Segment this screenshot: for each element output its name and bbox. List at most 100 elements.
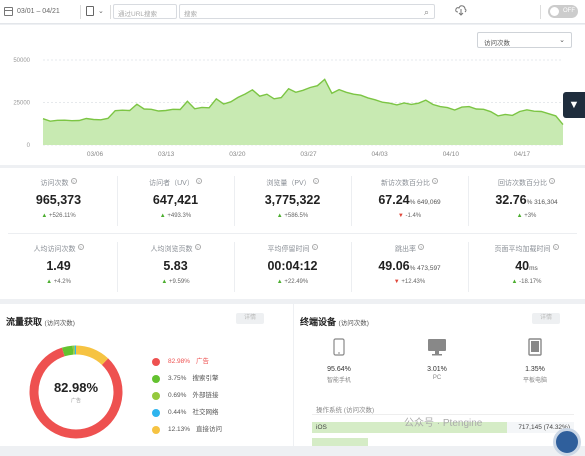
info-icon[interactable]: ? <box>195 244 201 250</box>
stat-change: ▲ +493.3% <box>117 213 234 219</box>
donut-slice[interactable] <box>63 350 73 352</box>
stat-card[interactable]: 浏览量（PV）?3,775,322▲ +586.5% <box>234 168 351 233</box>
legend-name: 广告 <box>196 357 209 367</box>
cloud-download-icon[interactable] <box>455 4 467 16</box>
stat-label: 人均访问次数? <box>0 244 117 254</box>
info-icon[interactable]: ? <box>432 178 438 184</box>
device-pct: 1.35% <box>490 366 580 373</box>
arrow-down-icon: ▼ <box>394 279 400 285</box>
info-icon[interactable]: ? <box>71 178 77 184</box>
date-range-picker[interactable]: 03/01 – 04/21 <box>17 8 60 15</box>
stat-value: 00:04:12 <box>234 259 351 273</box>
stat-label: 访问者（UV）? <box>117 178 234 188</box>
device-pct: 95.64% <box>294 366 384 373</box>
stat-value: 647,421 <box>117 193 234 207</box>
os-share-bar <box>312 438 368 446</box>
info-icon[interactable]: ? <box>418 244 424 250</box>
device-name: 平板电脑 <box>490 375 580 384</box>
url-search-input[interactable]: 通过URL搜索 <box>113 4 177 19</box>
stat-value: 965,373 <box>0 193 117 207</box>
info-icon[interactable]: ? <box>312 244 318 250</box>
arrow-up-icon: ▲ <box>160 213 166 219</box>
legend-name: 社交网络 <box>192 408 218 418</box>
legend-pct: 12.13% <box>168 425 190 435</box>
legend-dot <box>152 392 160 400</box>
info-icon[interactable]: ? <box>196 178 202 184</box>
divider <box>468 242 469 292</box>
toggle-switch[interactable]: OFF <box>548 5 578 18</box>
stat-label: 浏览量（PV）? <box>234 178 351 188</box>
donut-slice[interactable] <box>76 350 105 362</box>
device-pct: 3.01% <box>392 366 482 373</box>
legend-item[interactable]: 12.13% 直接访问 <box>152 421 222 438</box>
x-tick-label: 03/20 <box>229 151 246 158</box>
device-name: 智能手机 <box>294 375 384 384</box>
watermark: 公众号 · Ptengine <box>404 414 482 429</box>
legend-item[interactable]: 82.98%广告 <box>152 353 222 370</box>
info-icon[interactable]: ? <box>78 244 84 250</box>
stat-card[interactable]: 跳出率?49.06% 473,597▼ +12.43% <box>351 234 468 299</box>
divider <box>468 176 469 226</box>
traffic-details-button[interactable]: 详情 <box>236 313 264 324</box>
stat-label: 访问次数? <box>0 178 117 188</box>
stat-label: 跳出率? <box>351 244 468 254</box>
search-icon[interactable]: ⌕ <box>424 7 429 18</box>
chevron-down-icon[interactable]: ⌄ <box>98 7 104 15</box>
legend-name: 搜索引擎 <box>192 374 218 384</box>
tablet-icon <box>490 338 580 358</box>
legend-dot <box>152 409 160 417</box>
stat-card[interactable]: 人均访问次数?1.49▲ +4.2% <box>0 234 117 299</box>
divider <box>80 5 81 19</box>
devices-details-button[interactable]: 详情 <box>532 313 560 324</box>
search-input[interactable]: 搜索 ⌕ <box>179 4 435 19</box>
arrow-up-icon: ▲ <box>277 279 283 285</box>
legend-dot <box>152 426 160 434</box>
legend-dot <box>152 375 160 383</box>
legend-item[interactable]: 0.44%社交网络 <box>152 404 222 421</box>
filter-icon[interactable]: ▼ <box>563 92 585 118</box>
x-tick-label: 03/27 <box>300 151 317 158</box>
stat-label: 页面平均加载时间? <box>468 244 585 254</box>
panel-title: 终端设备 (访问次数) <box>300 315 369 328</box>
stat-change: ▼ -1.4% <box>351 213 468 219</box>
traffic-acquisition-panel: 流量获取 (访问次数) 详情 82.98% 广告 82.98%广告3.75%搜索… <box>0 304 293 446</box>
stat-card[interactable]: 访问者（UV）? 647,421 ▲ +493.3% <box>117 168 234 233</box>
stat-card[interactable]: 人均浏览页数?5.83▲ +9.59% <box>117 234 234 299</box>
divider <box>351 176 352 226</box>
top-toolbar: 03/01 – 04/21 ⌄ 通过URL搜索 搜索 ⌕ OFF <box>0 0 585 24</box>
legend-item[interactable]: 0.69%外部链接 <box>152 387 222 404</box>
legend-pct: 0.69% <box>168 391 186 401</box>
info-icon[interactable]: ? <box>313 178 319 184</box>
info-icon[interactable]: ? <box>549 178 555 184</box>
stat-card[interactable]: 回访次数百分比?32.76% 316,304▲ +3% <box>468 168 585 233</box>
y-tick-label: 50000 <box>13 58 30 64</box>
divider <box>234 176 235 226</box>
stat-card[interactable]: 页面平均加载时间?40ms▲ -18.17% <box>468 234 585 299</box>
stat-change: ▲ +9.59% <box>117 279 234 285</box>
info-icon[interactable]: ? <box>553 244 559 250</box>
divider <box>110 5 111 19</box>
phone-icon <box>294 338 384 358</box>
search-placeholder: 搜索 <box>184 11 197 18</box>
stat-card[interactable]: 平均停留时间?00:04:12▲ +22.49% <box>234 234 351 299</box>
arrow-up-icon: ▲ <box>161 279 167 285</box>
y-tick-label: 0 <box>27 143 31 149</box>
device-tablet: 1.35% 平板电脑 <box>490 338 580 384</box>
stat-card[interactable]: 新访次数百分比?67.24% 649,069▼ -1.4% <box>351 168 468 233</box>
divider <box>351 242 352 292</box>
x-tick-label: 03/06 <box>87 151 104 158</box>
stat-card[interactable]: 访问次数?965,373▲ +526.11% <box>0 168 117 233</box>
stat-change: ▲ +22.49% <box>234 279 351 285</box>
stat-value: 3,775,322 <box>234 193 351 207</box>
stat-change: ▲ +4.2% <box>0 279 117 285</box>
donut-center-value: 82.98% <box>26 380 126 395</box>
divider <box>117 242 118 292</box>
legend-item[interactable]: 3.75%搜索引擎 <box>152 370 222 387</box>
chat-bubble-button[interactable] <box>553 428 581 456</box>
legend-name: 直接访问 <box>196 425 222 435</box>
page-icon[interactable] <box>86 6 94 16</box>
calendar-icon[interactable] <box>4 7 13 16</box>
arrow-up-icon: ▲ <box>277 213 283 219</box>
stat-value: 49.06% 473,597 <box>351 259 468 273</box>
x-tick-label: 04/03 <box>372 151 389 158</box>
